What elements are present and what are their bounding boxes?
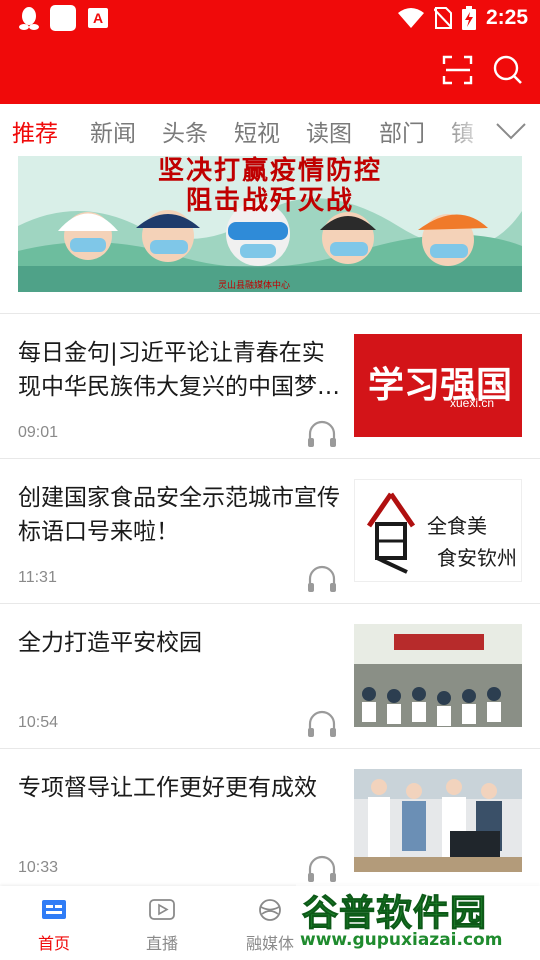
- news-thumbnail: [354, 769, 522, 872]
- news-item[interactable]: 创建国家食品安全示范城市宣传标语口号来啦！ 11:31 全食美 食安钦州: [0, 459, 540, 603]
- news-item[interactable]: 专项督导让工作更好更有成效 10:33: [0, 749, 540, 893]
- qq-icon: [19, 7, 39, 30]
- news-title: 专项督导让工作更好更有成效: [18, 775, 317, 801]
- news-thumbnail: 全食美 食安钦州: [354, 479, 522, 582]
- banner-headline-2: 阻击战歼灭战: [185, 186, 354, 216]
- headphones-icon[interactable]: [306, 708, 338, 738]
- thumb-logo-text: 全食美: [427, 514, 487, 538]
- nav-label: 直播: [145, 934, 178, 953]
- status-bar: A 2:25: [0, 0, 540, 36]
- app-icon: A: [88, 8, 108, 28]
- inspection-photo: [354, 769, 522, 872]
- status-time: 2:25: [485, 6, 528, 29]
- classroom-photo: [354, 624, 522, 727]
- news-time: 10:33: [18, 859, 59, 876]
- nav-home[interactable]: 首页: [0, 886, 108, 960]
- notification-box-icon: [50, 5, 76, 31]
- news-item[interactable]: 每日金句|习近平论让青春在实现中华民族伟大复兴的中国梦中绽放光彩 09:01 学…: [0, 314, 540, 458]
- nav-live[interactable]: 直播: [108, 886, 216, 960]
- nav-label: 首页: [37, 934, 70, 953]
- watermark: 谷普软件园 www.gupuxiazai.com: [296, 884, 540, 960]
- news-item[interactable]: 全力打造平安校园 10:54: [0, 604, 540, 748]
- scan-icon[interactable]: [440, 52, 476, 88]
- news-title: 每日金句|习近平论让青春在实现中华民族伟大复兴的中国梦中绽放光彩: [18, 340, 340, 400]
- tab-fade: [440, 104, 490, 156]
- news-title: 创建国家食品安全示范城市宣传标语口号来啦！: [18, 485, 340, 545]
- headphones-icon[interactable]: [306, 853, 338, 883]
- food-safety-logo: [366, 492, 416, 574]
- tab-departments[interactable]: 部门: [379, 114, 425, 148]
- home-icon: [42, 900, 66, 919]
- banner-image[interactable]: 坚决打赢疫情防控 阻击战歼灭战 灵山县融媒体中心: [18, 156, 522, 292]
- thumb-logo-sub: xuexi.cn: [450, 396, 495, 410]
- tab-news[interactable]: 新闻: [90, 114, 136, 148]
- tab-pictures[interactable]: 读图: [306, 114, 352, 148]
- watermark-url: www.gupuxiazai.com: [300, 930, 503, 950]
- headphones-icon[interactable]: [306, 418, 338, 448]
- tab-recommend[interactable]: 推荐: [12, 114, 58, 148]
- watermark-text: 谷普软件园: [301, 893, 488, 935]
- headphones-icon[interactable]: [306, 563, 338, 593]
- news-thumbnail: 学习强国 xuexi.cn: [354, 334, 522, 437]
- globe-icon: [259, 899, 281, 921]
- play-icon: [149, 899, 175, 920]
- battery-charging-icon: [461, 6, 476, 30]
- search-icon[interactable]: [490, 52, 526, 88]
- news-time: 11:31: [18, 569, 57, 586]
- no-sim-icon: [433, 7, 452, 29]
- banner-caption: 灵山县融媒体中心: [218, 281, 291, 291]
- news-title: 全力打造平安校园: [18, 630, 202, 656]
- tab-short-video[interactable]: 短视: [234, 114, 280, 148]
- tab-headlines[interactable]: 头条: [162, 114, 208, 148]
- thumb-logo-sub: 食安钦州: [437, 546, 517, 570]
- news-time: 10:54: [18, 714, 59, 731]
- app-header: A 2:25: [0, 0, 540, 104]
- news-thumbnail: [354, 624, 522, 727]
- news-time: 09:01: [18, 424, 59, 441]
- wifi-icon: [397, 8, 424, 28]
- chevron-down-icon[interactable]: [494, 114, 528, 148]
